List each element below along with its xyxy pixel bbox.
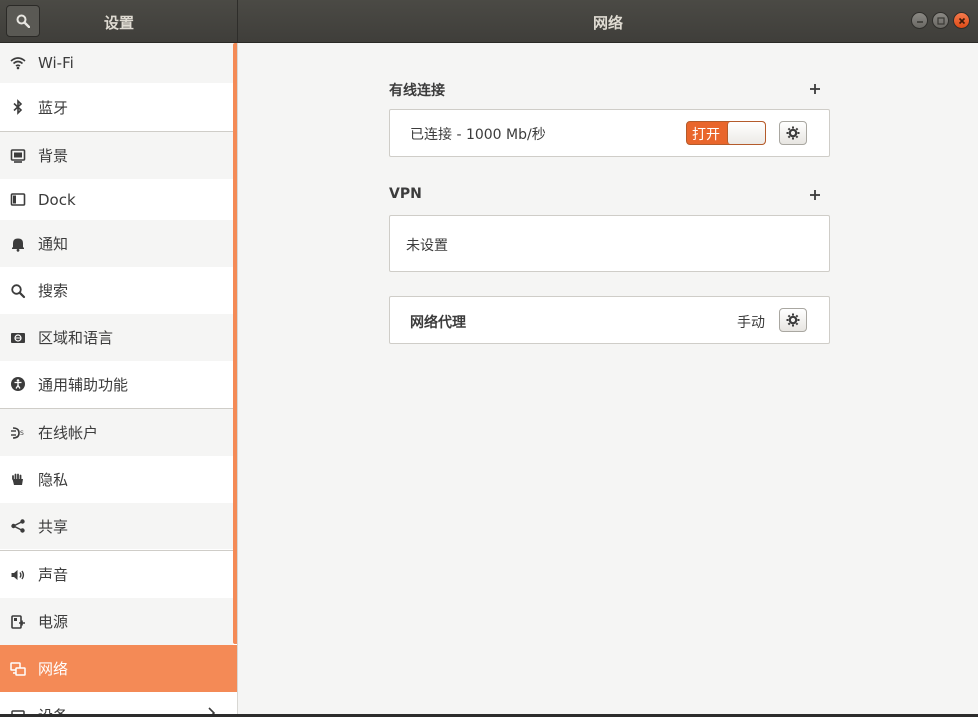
vpn-section-title: VPN: [389, 186, 422, 202]
sidebar: Wi-Fi 蓝牙 背景 Dock 通知 搜索 区域和语言 通用辅助功能 S 在线…: [0, 43, 238, 714]
chevron-right-icon: [207, 706, 217, 714]
add-wired-button[interactable]: [808, 80, 822, 94]
sidebar-item-label: 区域和语言: [38, 329, 114, 347]
vpn-status: 未设置: [406, 238, 448, 254]
sidebar-item-power[interactable]: 电源: [0, 598, 233, 645]
sidebar-item-label: Wi-Fi: [38, 54, 74, 72]
sidebar-item-label: 声音: [38, 566, 69, 584]
sidebar-item-online-accounts[interactable]: S 在线帐户: [0, 409, 233, 456]
sidebar-item-label: 网络: [38, 660, 69, 678]
plus-icon: [810, 190, 820, 200]
sidebar-item-label: 共享: [38, 517, 69, 536]
sidebar-item-label: 背景: [38, 147, 69, 165]
minimize-button[interactable]: [911, 12, 928, 29]
svg-text:S: S: [20, 430, 24, 437]
sidebar-header: 设置: [0, 0, 238, 43]
close-button[interactable]: [953, 12, 970, 29]
sidebar-item-label: 通知: [38, 235, 69, 253]
vpn-card: 未设置: [389, 215, 830, 272]
header-bar: 设置 网络: [0, 0, 978, 43]
network-panel: 有线连接 已连接 - 1000 Mb/秒 打开 VPN 未设置 网络代理 手动: [239, 43, 978, 714]
add-vpn-button[interactable]: [808, 186, 822, 200]
wired-status: 已连接 - 1000 Mb/秒: [410, 127, 546, 143]
sidebar-item-devices[interactable]: 设备: [0, 692, 233, 714]
wifi-icon: [10, 55, 26, 71]
proxy-card[interactable]: 网络代理 手动: [389, 296, 830, 344]
sidebar-scrollbar[interactable]: [233, 43, 237, 644]
gear-icon: [786, 126, 800, 140]
sidebar-item-bluetooth[interactable]: 蓝牙: [0, 84, 233, 130]
dock-icon: [10, 192, 26, 208]
background-icon: [10, 148, 26, 164]
toggle-label: 打开: [692, 127, 720, 143]
settings-window: 设置 网络 Wi-Fi 蓝牙 背景 Dock 通知 搜索 区域和语言 通用辅助功…: [0, 0, 978, 714]
gear-icon: [786, 313, 800, 327]
sidebar-item-label: 设备: [38, 705, 68, 714]
speaker-icon: [10, 567, 26, 583]
wired-connection-card: 已连接 - 1000 Mb/秒 打开: [389, 109, 830, 157]
privacy-hand-icon: [10, 472, 26, 488]
sidebar-item-network[interactable]: 网络: [0, 645, 237, 692]
sidebar-item-region-language[interactable]: 区域和语言: [0, 314, 233, 361]
sidebar-item-wifi[interactable]: Wi-Fi: [0, 43, 233, 83]
wired-toggle-switch[interactable]: 打开: [686, 121, 766, 145]
maximize-button[interactable]: [932, 12, 949, 29]
sidebar-item-accessibility[interactable]: 通用辅助功能: [0, 361, 233, 407]
page-title: 网络: [592, 14, 623, 32]
proxy-mode: 手动: [737, 315, 765, 331]
share-icon: [10, 518, 26, 534]
sidebar-item-label: 电源: [38, 613, 69, 631]
accessibility-icon: [10, 376, 26, 392]
search-icon: [10, 283, 26, 299]
window-controls: [911, 12, 970, 29]
sidebar-item-label: 通用辅助功能: [38, 375, 129, 394]
sidebar-item-sharing[interactable]: 共享: [0, 503, 233, 549]
sidebar-item-label: 搜索: [38, 282, 69, 300]
sidebar-item-notifications[interactable]: 通知: [0, 220, 233, 267]
proxy-settings-button[interactable]: [779, 308, 807, 332]
proxy-title: 网络代理: [410, 315, 466, 331]
plus-icon: [810, 84, 820, 94]
online-accounts-icon: S: [10, 425, 26, 441]
sidebar-item-label: 隐私: [38, 471, 69, 489]
sidebar-item-label: Dock: [38, 190, 76, 209]
wired-settings-button[interactable]: [779, 121, 807, 145]
wired-section-title: 有线连接: [389, 83, 445, 99]
bell-icon: [10, 236, 26, 252]
bluetooth-icon: [10, 99, 26, 115]
toggle-knob: [727, 122, 765, 144]
sidebar-item-privacy[interactable]: 隐私: [0, 456, 233, 503]
sidebar-item-label: 在线帐户: [38, 424, 99, 442]
sidebar-item-sound[interactable]: 声音: [0, 551, 233, 598]
sidebar-item-search[interactable]: 搜索: [0, 267, 233, 314]
sidebar-item-dock[interactable]: Dock: [0, 179, 233, 220]
maximize-icon: [936, 16, 945, 25]
region-icon: [10, 330, 26, 346]
sidebar-item-label: 蓝牙: [38, 98, 69, 117]
sidebar-title: 设置: [103, 14, 134, 32]
close-icon: [958, 17, 965, 24]
sidebar-item-background[interactable]: 背景: [0, 132, 233, 179]
power-icon: [10, 614, 26, 630]
minimize-icon: [916, 20, 923, 23]
network-icon: [10, 661, 26, 677]
